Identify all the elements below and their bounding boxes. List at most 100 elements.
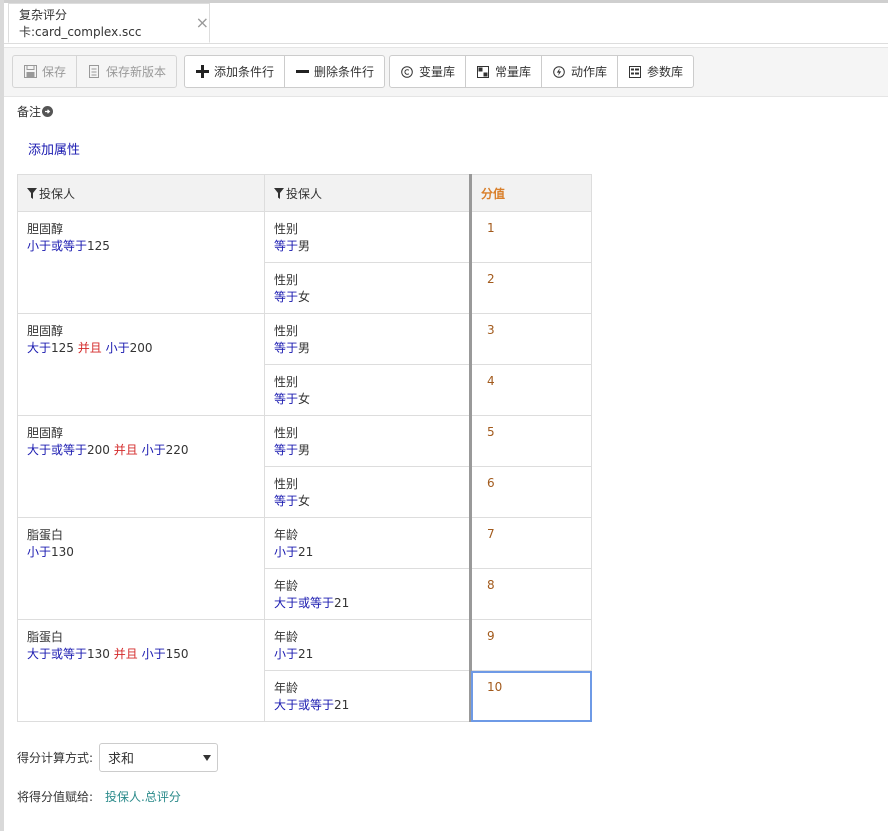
variable-library-button[interactable]: 变量库 [389,55,467,88]
score-cell[interactable]: 6 [469,466,592,518]
score-cell[interactable]: 5 [469,415,592,467]
table-row: 脂蛋白大于或等于130 并且 小于150 年龄 小于21 9 [17,619,592,722]
close-icon[interactable]: × [196,15,209,31]
sub-attribute-cell[interactable]: 性别 等于男 [264,211,471,263]
score-cell[interactable]: 8 [469,568,592,620]
condition-num: 200 [129,341,153,355]
score-cell[interactable]: 3 [469,313,592,365]
file-button-group: 保存 保存新版本 [12,55,178,88]
table-body: 胆固醇 小于或等于125 性别 等于男 1 性别 等于女 2 胆固醇 大于125 并且 小于200… [17,211,592,722]
score-calculation-select[interactable]: 求和 [99,743,219,772]
add-attribute-link[interactable]: 添加属性 [28,139,80,158]
save-button-label: 保存 [42,65,67,79]
sub-attribute-name: 性别 [274,273,299,287]
table-header-row: 投保人 投保人 分值 [17,174,592,212]
save-new-version-button[interactable]: 保存新版本 [76,55,178,88]
sub-attribute-cell[interactable]: 性别 等于男 [264,313,471,365]
score-calculation: 得分计算方式: 求和 [17,743,219,772]
sub-attribute-condition[interactable]: 等于男 [274,340,469,357]
attribute-condition[interactable]: 大于或等于130 并且 小于150 [27,646,264,663]
delete-condition-row-button[interactable]: 删除条件行 [284,55,386,88]
score-cell[interactable]: 4 [469,364,592,416]
add-condition-row-button[interactable]: 添加条件行 [184,55,286,88]
condition-num: 女 [298,392,311,406]
attribute-cell[interactable]: 脂蛋白大于或等于130 并且 小于150 [17,619,265,722]
filter-icon[interactable] [274,187,284,199]
caret-down-icon [203,750,212,765]
condition-num: 女 [298,494,311,508]
condition-op: 大于或等于 [27,443,88,457]
sub-attribute-condition[interactable]: 等于男 [274,238,469,255]
condition-num: 125 [87,239,110,253]
sub-attribute-condition[interactable]: 等于女 [274,391,469,408]
attribute-cell[interactable]: 脂蛋白 小于130 [17,517,265,620]
action-library-button[interactable]: 动作库 [541,55,619,88]
column-header-attribute-1[interactable]: 投保人 [17,174,265,212]
condition-num: 21 [298,647,314,661]
attribute-condition[interactable]: 大于或等于200 并且 小于220 [27,442,264,459]
grid-icon [476,65,490,79]
attribute-condition[interactable]: 大于125 并且 小于200 [27,340,264,357]
constant-library-button[interactable]: 常量库 [465,55,543,88]
score-cell[interactable]: 2 [469,262,592,314]
sub-attribute-condition[interactable]: 等于女 [274,289,469,306]
condition-num: 130 [87,647,114,661]
sub-attribute-cell[interactable]: 年龄 大于或等于21 [264,568,471,620]
column-header-label: 投保人 [39,186,76,201]
column-header-attribute-2[interactable]: 投保人 [264,174,471,212]
sub-attribute-cell[interactable]: 性别 等于女 [264,466,471,518]
condition-op: 等于 [274,443,299,457]
attribute-cell[interactable]: 胆固醇 小于或等于125 [17,211,265,314]
sub-attribute-cell[interactable]: 年龄小于21 [264,517,471,569]
arrow-right-circle-icon[interactable] [42,106,54,117]
sub-attribute-condition[interactable]: 小于21 [274,646,469,663]
plus-icon [195,65,209,79]
tab-card-complex[interactable]: 复杂评分卡:card_complex.scc × [8,3,210,43]
table-row: 脂蛋白 小于130 年龄 小于21 7 [17,517,592,620]
attribute-condition[interactable]: 小于或等于125 [27,238,264,255]
attribute-condition[interactable]: 小于130 [27,544,264,561]
column-header-score[interactable]: 分值 [469,174,592,212]
window-left-border [0,0,4,831]
score-cell[interactable]: 1 [469,211,592,263]
attribute-cell[interactable]: 胆固醇大于125 并且 小于200 [17,313,265,416]
score-cell[interactable]: 7 [469,517,592,569]
sub-attribute-condition[interactable]: 小于21 [274,544,469,561]
condition-num: 21 [334,596,350,610]
condition-and: 并且 [113,647,142,661]
score-assignment-target[interactable]: 投保人.总评分 [105,788,181,805]
score-assignment-label: 将得分值赋给: [17,790,94,804]
parameter-library-label: 参数库 [647,65,684,79]
sub-attribute-cell[interactable]: 性别 等于女 [264,262,471,314]
score-value: 4 [487,374,495,388]
list-icon [628,65,642,79]
score-cell[interactable]: 10 [469,670,592,722]
sub-attribute-condition[interactable]: 大于或等于21 [274,595,469,612]
row-button-group: 添加条件行 删除条件行 [184,55,386,88]
delete-condition-row-label: 删除条件行 [314,65,375,79]
action-library-label: 动作库 [571,65,608,79]
sub-attribute-condition[interactable]: 大于或等于21 [274,697,469,714]
sub-attribute-condition[interactable]: 等于男 [274,442,469,459]
attribute-name: 脂蛋白 [27,630,64,644]
score-value: 1 [487,221,495,235]
sub-attribute-cell[interactable]: 性别 等于女 [264,364,471,416]
sub-attribute-condition[interactable]: 等于女 [274,493,469,510]
condition-op: 小于 [27,545,52,559]
constant-library-label: 常量库 [495,65,532,79]
library-button-group: 变量库 常量库 动作库 参数库 [389,55,695,88]
sub-attribute-cell[interactable]: 年龄 大于或等于21 [264,670,471,722]
table-row: 胆固醇大于125 并且 小于200 性别 等于男 3 [17,313,592,416]
sub-attribute-cell[interactable]: 性别 等于男 [264,415,471,467]
sub-attribute-name: 年龄 [274,528,299,542]
parameter-library-button[interactable]: 参数库 [617,55,695,88]
save-icon [23,65,37,79]
filter-icon[interactable] [27,187,37,199]
attribute-cell[interactable]: 胆固醇 大于或等于200 并且 小于220 [17,415,265,518]
condition-op: 小于 [274,647,299,661]
condition-num: 男 [298,239,311,253]
sub-attribute-cell[interactable]: 年龄 小于21 [264,619,471,671]
save-button[interactable]: 保存 [12,55,78,88]
attribute-name: 胆固醇 [27,324,64,338]
score-cell[interactable]: 9 [469,619,592,671]
